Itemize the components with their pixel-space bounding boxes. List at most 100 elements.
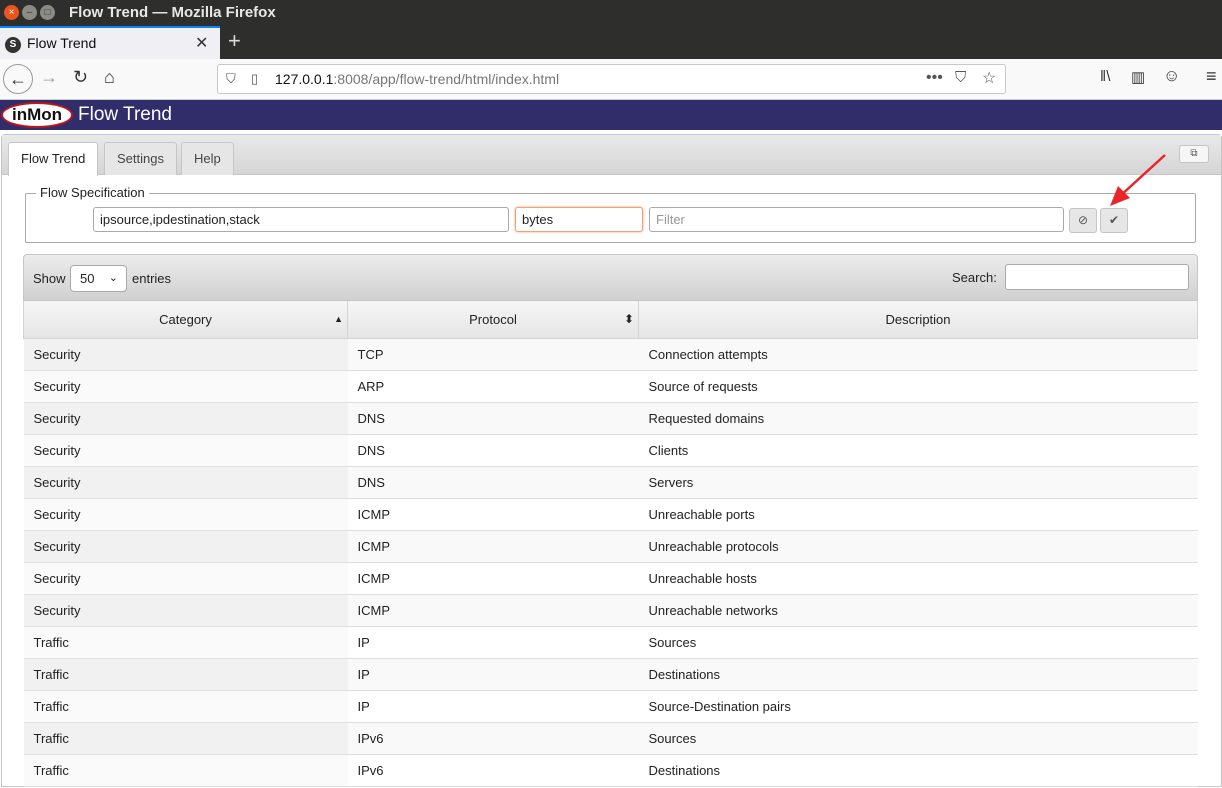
table-toolbar: Show 50 ⌄ entries Search: — [23, 254, 1198, 301]
cell-protocol: ICMP — [347, 498, 639, 531]
cell-category: Traffic — [23, 754, 348, 787]
tab-help[interactable]: Help — [181, 142, 234, 175]
account-icon[interactable]: ☺ — [1163, 66, 1180, 86]
cell-category: Traffic — [23, 626, 348, 659]
tab-flow-trend[interactable]: Flow Trend — [8, 142, 99, 176]
cell-category: Security — [23, 466, 348, 499]
page-info-icon[interactable]: ▯ — [251, 71, 258, 87]
table-row[interactable]: Security ICMP Unreachable hosts — [23, 562, 1198, 595]
tracking-shield-icon[interactable]: ⛉ — [226, 71, 236, 87]
pocket-icon[interactable]: ⛉ — [955, 69, 966, 86]
app-tabs: Flow Trend Settings Help ⧉ — [2, 135, 1221, 176]
url-text[interactable]: 127.0.0.1:8008/app/flow-trend/html/index… — [275, 71, 559, 87]
table-row[interactable]: Traffic IPv6 Sources — [23, 722, 1198, 755]
cell-protocol: ICMP — [347, 594, 639, 627]
flows-table-wrapper: Show 50 ⌄ entries Search: Category ▲ Proto… — [23, 254, 1198, 788]
clear-button[interactable]: ⊘ — [1069, 208, 1097, 233]
cell-category: Security — [23, 530, 348, 563]
cell-description: Unreachable ports — [638, 498, 1198, 531]
popout-icon[interactable]: ⧉ — [1179, 145, 1209, 163]
table-row[interactable]: Security TCP Connection attempts — [23, 338, 1198, 371]
url-path: :8008/app/flow-trend/html/index.html — [333, 71, 560, 87]
window-titlebar: × – □ Flow Trend — Mozilla Firefox — [0, 0, 1222, 26]
reload-icon[interactable]: ↻ — [73, 67, 88, 88]
cell-description: Unreachable protocols — [638, 530, 1198, 563]
back-icon[interactable]: ← — [3, 64, 33, 94]
cell-category: Security — [23, 562, 348, 595]
browser-tab-strip: S Flow Trend ✕ + — [0, 26, 1222, 59]
window-title: Flow Trend — Mozilla Firefox — [69, 4, 276, 21]
cell-protocol: DNS — [347, 466, 639, 499]
cell-description: Unreachable hosts — [638, 562, 1198, 595]
keys-input[interactable]: ipsource,ipdestination,stack — [93, 207, 509, 232]
window-close-button[interactable]: × — [4, 5, 19, 20]
filter-input[interactable]: Filter — [649, 207, 1064, 232]
submit-button[interactable]: ✔ — [1100, 208, 1128, 233]
navigation-toolbar: ← → ↻ ⌂ ⛉ ▯ 127.0.0.1:8008/app/flow-tren… — [0, 59, 1222, 100]
cell-category: Traffic — [23, 658, 348, 691]
table-row[interactable]: Security ICMP Unreachable protocols — [23, 530, 1198, 563]
cell-category: Security — [23, 434, 348, 467]
new-tab-button[interactable]: + — [228, 28, 241, 54]
forward-icon[interactable]: → — [40, 67, 58, 88]
cell-description: Requested domains — [638, 402, 1198, 435]
cell-protocol: IP — [347, 690, 639, 723]
tab-settings[interactable]: Settings — [104, 142, 177, 175]
table-row[interactable]: Traffic IP Source-Destination pairs — [23, 690, 1198, 723]
cell-protocol: ARP — [347, 370, 639, 403]
column-header-category[interactable]: Category ▲ — [23, 301, 348, 339]
table-row[interactable]: Traffic IP Sources — [23, 626, 1198, 659]
sort-both-icon: ⬍ — [623, 312, 634, 326]
table-row[interactable]: Security ARP Source of requests — [23, 370, 1198, 403]
cell-category: Security — [23, 498, 348, 531]
window-minimize-button[interactable]: – — [22, 5, 37, 20]
column-header-description[interactable]: Description — [638, 301, 1198, 339]
cell-description: Source-Destination pairs — [638, 690, 1198, 723]
check-icon: ✔ — [1108, 213, 1120, 227]
table-row[interactable]: Traffic IP Destinations — [23, 658, 1198, 691]
app-title: Flow Trend — [78, 104, 172, 125]
cell-description: Connection attempts — [638, 338, 1198, 371]
library-icon[interactable]: ‖\ — [1100, 68, 1110, 85]
cell-description: Source of requests — [638, 370, 1198, 403]
cell-description: Destinations — [638, 658, 1198, 691]
value-input[interactable]: bytes — [515, 207, 643, 232]
table-row[interactable]: Traffic IPv6 Destinations — [23, 754, 1198, 787]
sidebar-icon[interactable]: ▥ — [1131, 68, 1145, 86]
cell-description: Unreachable networks — [638, 594, 1198, 627]
table-row[interactable]: Security ICMP Unreachable networks — [23, 594, 1198, 627]
flow-specification-fieldset: Flow Specification ipsource,ipdestinatio… — [25, 185, 1196, 243]
inmon-logo: inMon — [1, 102, 73, 128]
cell-protocol: IPv6 — [347, 754, 639, 787]
cell-category: Security — [23, 594, 348, 627]
bookmark-star-icon[interactable]: ☆ — [982, 68, 996, 88]
sort-ascending-icon: ▲ — [334, 314, 343, 324]
cell-category: Traffic — [23, 690, 348, 723]
window-maximize-button[interactable]: □ — [40, 5, 55, 20]
url-host: 127.0.0.1 — [275, 71, 334, 87]
entries-length-select[interactable]: 50 ⌄ — [70, 265, 127, 292]
hamburger-menu-icon[interactable]: ≡ — [1206, 66, 1217, 87]
cell-category: Security — [23, 338, 348, 371]
table-row[interactable]: Security ICMP Unreachable ports — [23, 498, 1198, 531]
entries-length-value: 50 — [80, 271, 95, 286]
table-row[interactable]: Security DNS Requested domains — [23, 402, 1198, 435]
search-input[interactable] — [1005, 264, 1189, 290]
favicon-icon: S — [5, 37, 21, 53]
cell-protocol: DNS — [347, 402, 639, 435]
table-row[interactable]: Security DNS Clients — [23, 434, 1198, 467]
browser-tab-title: Flow Trend — [27, 35, 97, 51]
search-label: Search: — [952, 270, 997, 285]
cell-description: Clients — [638, 434, 1198, 467]
cell-category: Security — [23, 370, 348, 403]
url-bar[interactable]: ⛉ ▯ 127.0.0.1:8008/app/flow-trend/html/i… — [217, 64, 1006, 94]
cell-description: Sources — [638, 626, 1198, 659]
browser-tab[interactable]: S Flow Trend ✕ — [0, 26, 220, 59]
column-header-protocol[interactable]: Protocol ⬍ — [347, 301, 639, 339]
cell-description: Sources — [638, 722, 1198, 755]
page-actions-icon[interactable]: ••• — [926, 69, 943, 87]
close-tab-icon[interactable]: ✕ — [195, 33, 208, 53]
home-icon[interactable]: ⌂ — [104, 67, 115, 88]
cell-protocol: IPv6 — [347, 722, 639, 755]
table-row[interactable]: Security DNS Servers — [23, 466, 1198, 499]
